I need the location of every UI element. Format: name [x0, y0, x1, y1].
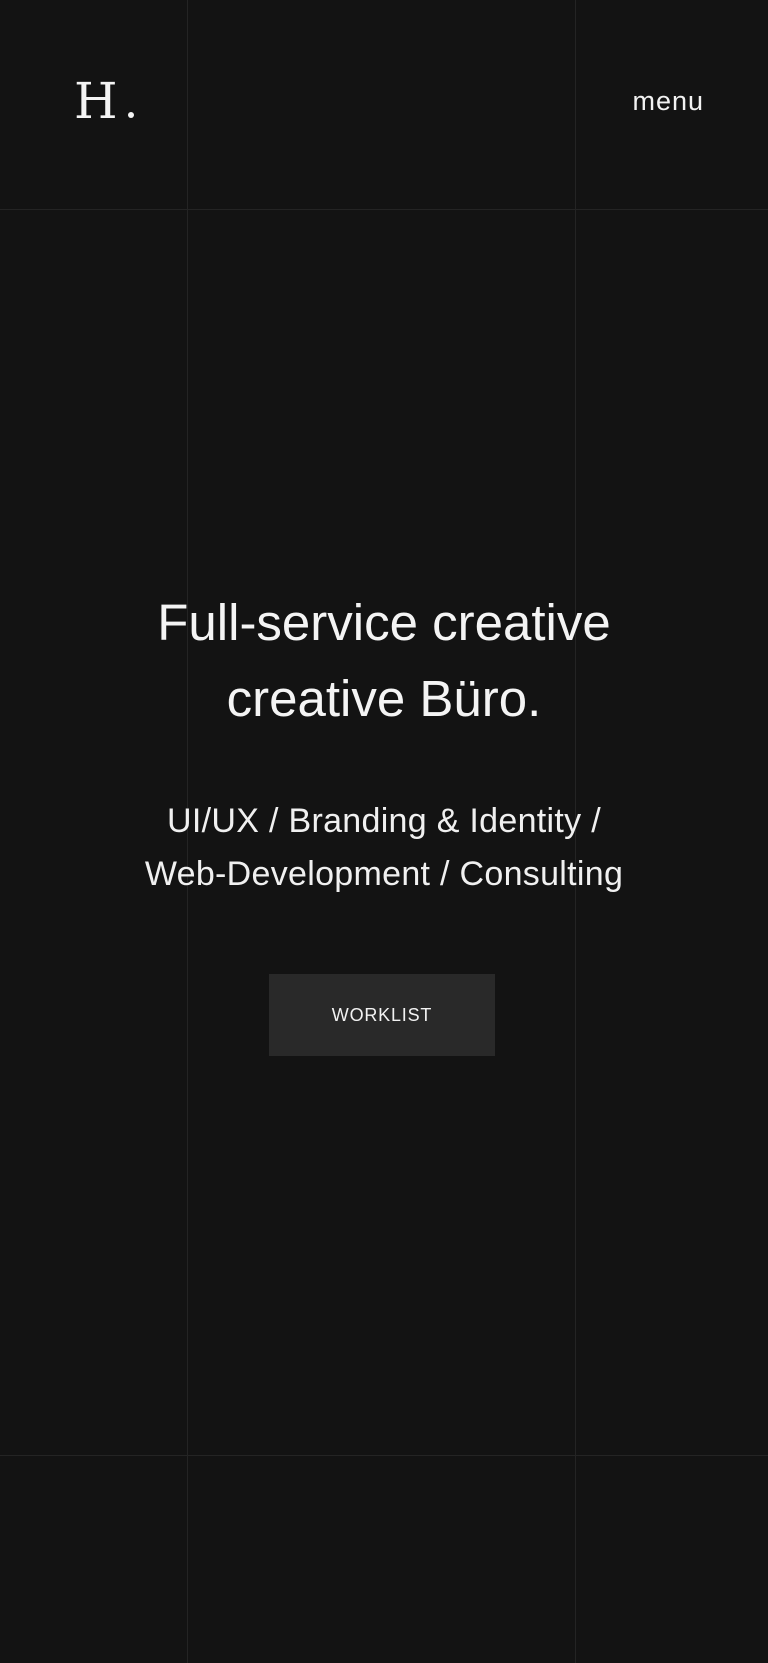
logo-link[interactable]: H — [74, 76, 134, 126]
grid-line-horizontal — [0, 209, 768, 210]
hero-title-line: creative Büro. — [226, 670, 542, 727]
hero-title: Full-service creative creative Büro. — [0, 585, 768, 737]
logo-letter: H — [74, 72, 118, 130]
hero-title-line: Full-service creative — [157, 594, 611, 651]
grid-line-horizontal — [0, 1455, 768, 1456]
logo-dot — [127, 112, 134, 118]
services-list: UI/UX / Branding & Identity / Web-Develo… — [0, 795, 768, 901]
page: H menu Full-service creative creative Bü… — [0, 0, 768, 1663]
services-line: Web-Development / Consulting — [144, 855, 624, 893]
worklist-button[interactable]: WORKLIST — [269, 974, 495, 1056]
services-line: UI/UX / Branding & Identity / — [167, 802, 601, 840]
menu-button[interactable]: menu — [632, 86, 704, 117]
